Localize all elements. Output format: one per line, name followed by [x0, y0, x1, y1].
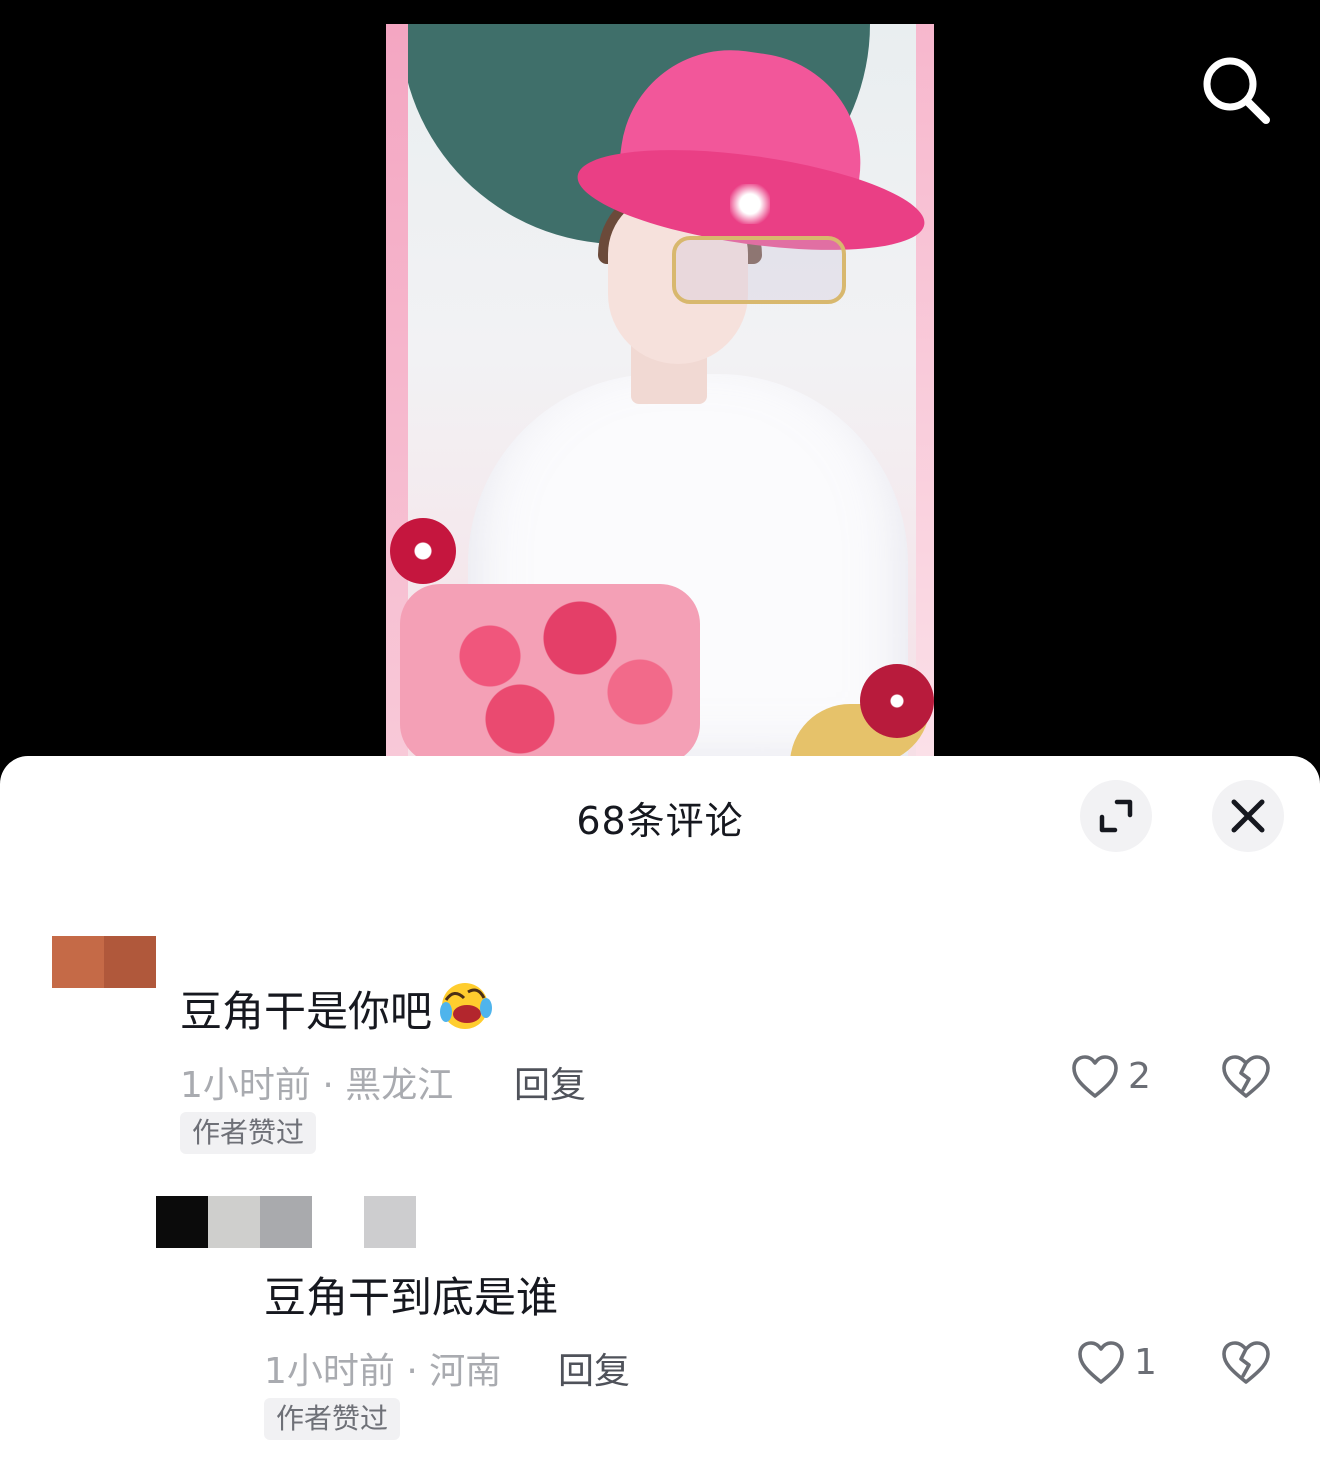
rose-decoration-right [860, 664, 934, 738]
heart-icon [1078, 1341, 1124, 1384]
dislike-button[interactable] [1220, 1052, 1272, 1102]
video-player[interactable] [0, 0, 1320, 780]
broken-heart-icon [1222, 1341, 1270, 1384]
reply-button[interactable]: 回复 [514, 1056, 586, 1108]
like-count: 2 [1128, 1056, 1151, 1097]
like-button[interactable]: 1 [1076, 1338, 1176, 1388]
like-button[interactable]: 2 [1070, 1052, 1170, 1102]
comment-text[interactable]: 豆角干到底是谁 [264, 1264, 558, 1325]
rolling-on-floor-laughing-emoji [440, 983, 493, 1029]
expand-icon [1099, 799, 1133, 833]
sparkle-effect [730, 184, 770, 224]
avatar[interactable] [52, 936, 156, 988]
author-liked-tag: 作者赞过 [264, 1398, 401, 1440]
expand-button[interactable] [1080, 780, 1152, 852]
heart-icon [1072, 1055, 1118, 1098]
avatar[interactable] [156, 1196, 416, 1248]
comment-time-location: 1小时前 · 黑龙江 [180, 1065, 454, 1106]
comment-body: 豆角干是你吧 [180, 987, 433, 1036]
video-thumbnail[interactable] [386, 24, 934, 756]
search-button[interactable] [1198, 52, 1272, 126]
comment-text[interactable]: 豆角干是你吧 [180, 978, 494, 1039]
search-icon [1203, 57, 1270, 124]
frame-border-right [916, 24, 934, 756]
comments-sheet: 68条评论 豆角干是你吧 1小时前 · 黑龙江 回复 作者赞过 2 豆角干到底是… [0, 756, 1320, 1460]
comment-time-location: 1小时前 · 河南 [264, 1351, 502, 1392]
like-count: 1 [1134, 1342, 1157, 1383]
dislike-button[interactable] [1220, 1338, 1272, 1388]
broken-heart-icon [1222, 1055, 1270, 1098]
person-glasses [672, 236, 846, 304]
author-liked-tag: 作者赞过 [180, 1112, 317, 1154]
close-button[interactable] [1212, 780, 1284, 852]
close-icon [1231, 799, 1265, 833]
reply-button[interactable]: 回复 [558, 1342, 630, 1394]
rose-bouquet [400, 584, 700, 756]
rose-decoration-left [390, 518, 456, 584]
